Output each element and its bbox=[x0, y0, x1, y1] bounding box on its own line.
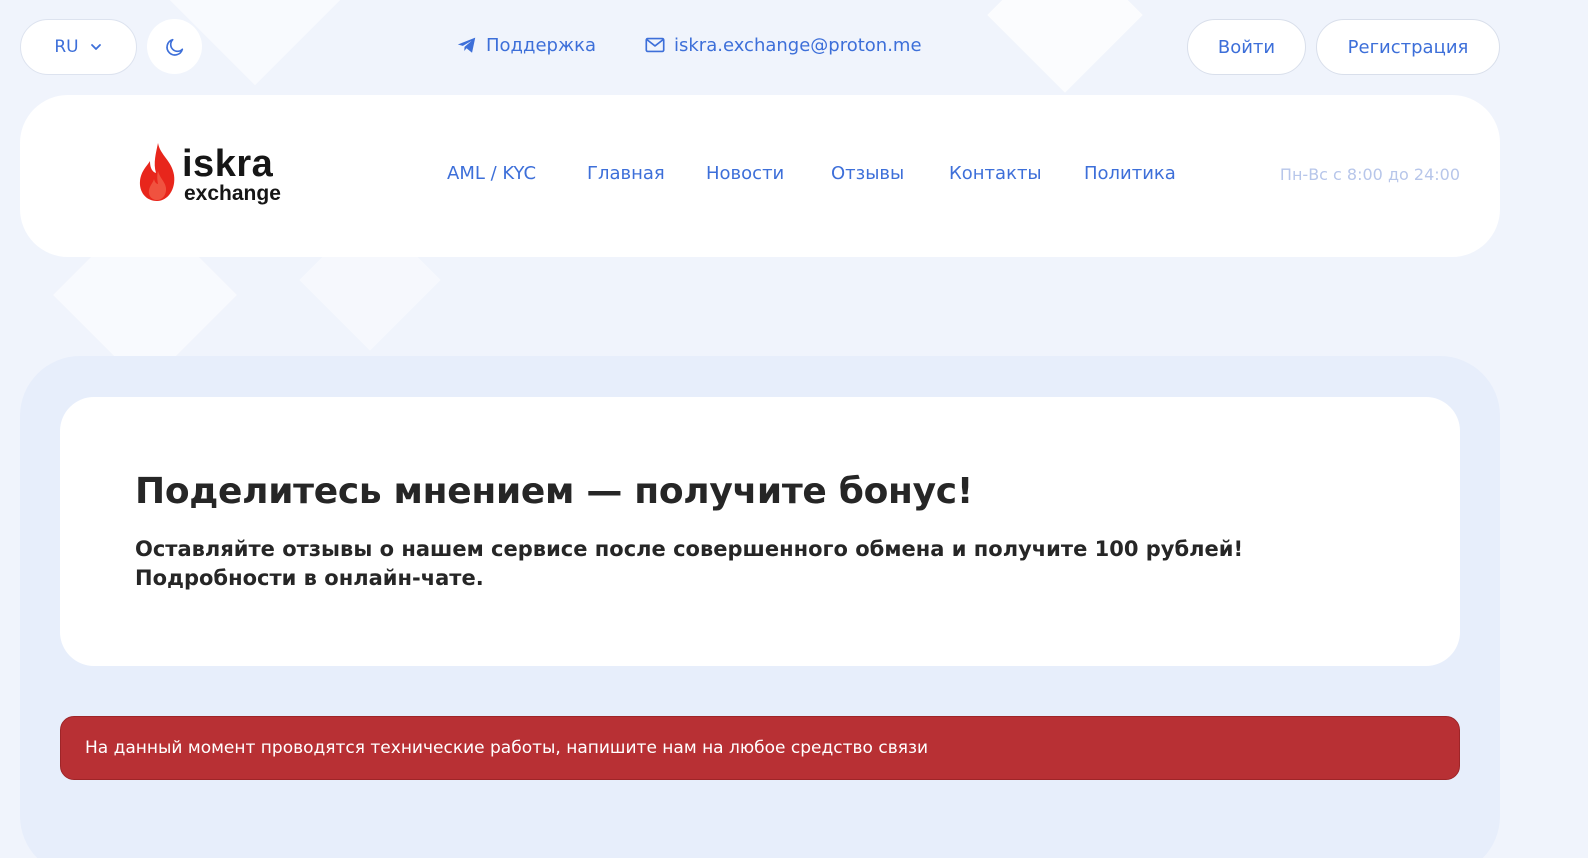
working-hours: Пн-Вс с 8:00 до 24:00 bbox=[1279, 165, 1460, 184]
chevron-down-icon bbox=[90, 44, 101, 50]
language-label: RU bbox=[54, 37, 79, 57]
nav-item-policy[interactable]: Политика bbox=[1084, 163, 1176, 184]
promo-text-line-2: Подробности в онлайн-чате. bbox=[135, 566, 484, 590]
register-button[interactable]: Регистрация bbox=[1316, 19, 1500, 75]
nav-item-reviews[interactable]: Отзывы bbox=[831, 163, 904, 184]
logo[interactable]: iskra exchange bbox=[138, 141, 298, 207]
flame-icon bbox=[139, 143, 175, 201]
maintenance-alert: На данный момент проводятся технические … bbox=[60, 716, 1460, 780]
language-selector[interactable]: RU bbox=[20, 19, 137, 75]
promo-text-line-1: Оставляйте отзывы о нашем сервисе после … bbox=[135, 537, 1244, 561]
promo-text: Оставляйте отзывы о нашем сервисе после … bbox=[135, 535, 1375, 593]
nav-item-news[interactable]: Новости bbox=[706, 163, 784, 184]
email-label: iskra.exchange@proton.me bbox=[674, 34, 922, 56]
top-bar: RU Поддержка iskra.exchange@proton.me Во… bbox=[0, 0, 1588, 94]
mail-icon bbox=[645, 37, 665, 53]
nav-item-aml-kyc[interactable]: AML / KYC bbox=[447, 163, 536, 184]
telegram-icon bbox=[457, 37, 476, 53]
support-label: Поддержка bbox=[486, 34, 597, 56]
alert-text: На данный момент проводятся технические … bbox=[85, 738, 929, 758]
promo-title: Поделитесь мнением — получите бонус! bbox=[135, 471, 973, 512]
moon-icon bbox=[165, 38, 183, 56]
login-button[interactable]: Войти bbox=[1187, 19, 1306, 75]
promo-card: Поделитесь мнением — получите бонус! Ост… bbox=[60, 397, 1460, 666]
nav-item-contacts[interactable]: Контакты bbox=[949, 163, 1042, 184]
logo-text-exchange: exchange bbox=[184, 182, 281, 205]
support-link[interactable]: Поддержка bbox=[456, 34, 596, 56]
theme-toggle-button[interactable] bbox=[147, 19, 202, 74]
logo-text-iskra: iskra bbox=[182, 143, 274, 185]
main-header: iskra exchange AML / KYC Главная Новости… bbox=[20, 95, 1500, 257]
email-link[interactable]: iskra.exchange@proton.me bbox=[644, 34, 922, 56]
nav-item-home[interactable]: Главная bbox=[587, 163, 665, 184]
